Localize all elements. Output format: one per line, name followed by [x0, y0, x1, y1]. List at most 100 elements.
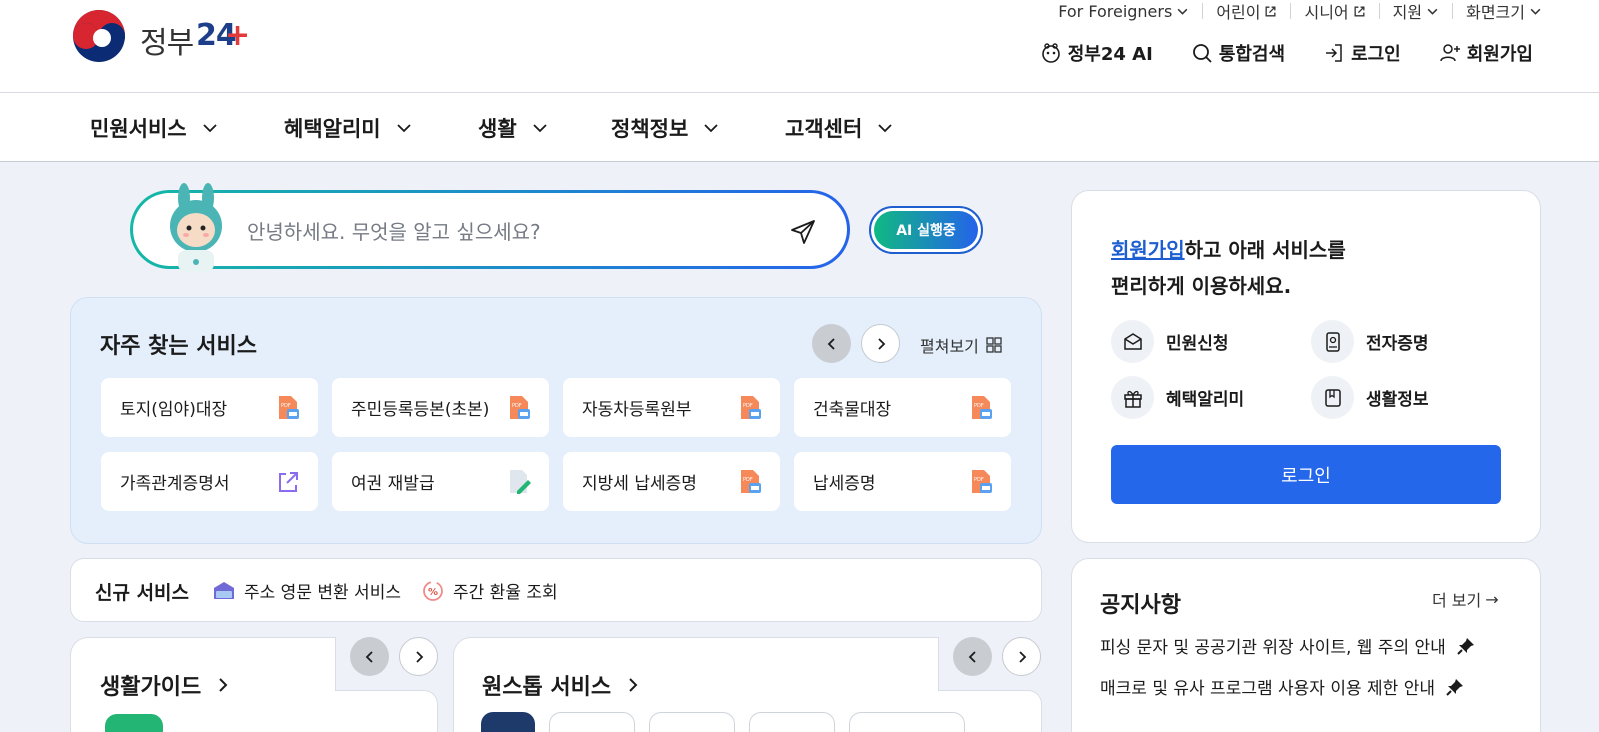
chevron-down-icon — [533, 124, 547, 133]
life-guide-next-button[interactable] — [399, 637, 438, 676]
life-guide-chip[interactable] — [105, 714, 163, 732]
one-stop-chip[interactable] — [849, 712, 965, 732]
service-card-family-relation[interactable]: 가족관계증명서 — [101, 452, 318, 511]
chevron-right-icon — [629, 678, 638, 692]
util-senior[interactable]: 시니어 — [1290, 3, 1378, 22]
notice-item-phishing[interactable]: 피싱 문자 및 공공기관 위장 사이트, 웹 주의 안내 — [1100, 633, 1476, 658]
prev-button[interactable] — [812, 324, 851, 363]
chevron-down-icon — [1177, 8, 1188, 15]
frequent-services-title: 자주 찾는 서비스 — [100, 334, 257, 359]
ai-link[interactable]: 정부24 AI — [1040, 40, 1153, 66]
service-card-local-tax-certificate[interactable]: 지방세 납세증명 PDF — [563, 452, 780, 511]
chevron-right-icon — [415, 650, 423, 663]
svg-text:PDF: PDF — [974, 477, 984, 483]
ai-running-button[interactable]: AI 실행중 — [869, 206, 983, 254]
header-actions: 정부24 AI 통합검색 로그인 회원가입 — [1040, 40, 1533, 66]
svg-text:PDF: PDF — [743, 477, 753, 483]
government-emblem-icon[interactable] — [70, 8, 128, 64]
service-card-passport-reissue[interactable]: 여권 재발급 — [332, 452, 549, 511]
login-icon — [1326, 44, 1342, 62]
nav-customer-center[interactable]: 고객센터 — [785, 113, 894, 143]
chevron-down-icon — [202, 124, 217, 133]
util-font-size[interactable]: 화면크기 — [1452, 3, 1555, 22]
nav-benefit-alert[interactable]: 혜택알리미 — [284, 113, 413, 143]
ai-search-box[interactable]: 안녕하세요. 무엇을 알고 싶으세요? — [130, 190, 850, 269]
member-item-life-info[interactable]: 생활정보 — [1311, 376, 1429, 419]
edit-doc-icon — [510, 470, 531, 494]
expand-view-link[interactable]: 펼쳐보기 — [920, 333, 1003, 357]
new-service-exchange-rate[interactable]: % 주간 환율 조회 — [421, 578, 558, 603]
pin-icon — [1457, 637, 1474, 655]
chevron-down-icon — [878, 124, 892, 133]
pin-icon — [1446, 678, 1463, 696]
util-foreigners[interactable]: For Foreigners — [1045, 2, 1202, 21]
send-icon[interactable] — [788, 217, 818, 247]
chevron-right-icon — [219, 678, 228, 692]
one-stop-link[interactable]: 원스톱 서비스 — [482, 669, 641, 701]
logo-plus: + — [225, 18, 251, 53]
one-stop-prev-button[interactable] — [953, 637, 992, 676]
gift-icon — [1123, 390, 1142, 408]
pdf-doc-icon: PDF — [510, 396, 530, 419]
chevron-down-icon — [1530, 8, 1541, 15]
one-stop-chip-active[interactable] — [481, 712, 535, 732]
util-support[interactable]: 지원 — [1378, 3, 1452, 22]
member-item-e-certificate[interactable]: 전자증명 — [1311, 320, 1429, 363]
one-stop-next-button[interactable] — [1002, 637, 1041, 676]
one-stop-chip[interactable] — [649, 712, 735, 732]
service-card-tax-certificate[interactable]: 납세증명 PDF — [794, 452, 1011, 511]
svg-text:PDF: PDF — [281, 403, 291, 409]
next-button[interactable] — [861, 324, 900, 363]
life-guide-link[interactable]: 생활가이드 — [100, 669, 231, 701]
main-nav: 민원서비스 혜택알리미 생활 정책정보 고객센터 — [0, 93, 1599, 162]
one-stop-chip[interactable] — [749, 712, 835, 732]
ai-robot-icon — [1041, 43, 1060, 63]
grid-icon — [986, 337, 1002, 353]
external-link-icon — [279, 472, 298, 492]
service-card-building-register[interactable]: 건축물대장 PDF — [794, 378, 1011, 437]
signup-link[interactable]: 회원가입 — [1439, 40, 1533, 66]
life-guide-prev-button[interactable] — [350, 637, 389, 676]
new-service-address-translate[interactable]: 주소 영문 변환 서비스 — [212, 578, 401, 603]
search-icon — [1192, 44, 1212, 63]
member-headline: 회원가입하고 아래 서비스를 편리하게 이용하세요. — [1111, 238, 1346, 298]
member-item-civil-apply[interactable]: 민원신청 — [1111, 320, 1229, 363]
one-stop-chip[interactable] — [549, 712, 635, 732]
chevron-right-icon — [877, 337, 885, 350]
integrated-search-link[interactable]: 통합검색 — [1191, 40, 1285, 66]
svg-text:PDF: PDF — [512, 403, 522, 409]
member-item-benefit-alert[interactable]: 혜택알리미 — [1111, 376, 1244, 419]
chevron-right-icon — [1018, 650, 1026, 663]
new-services-title: 신규 서비스 — [95, 582, 190, 604]
service-card-resident-register[interactable]: 주민등록등본(초본) PDF — [332, 378, 549, 437]
login-link[interactable]: 로그인 — [1323, 40, 1401, 66]
chevron-down-icon — [704, 124, 718, 133]
service-card-vehicle-register[interactable]: 자동차등록원부 PDF — [563, 378, 780, 437]
login-button[interactable]: 로그인 — [1111, 445, 1501, 504]
notice-title: 공지사항 — [1100, 593, 1181, 618]
svg-text:%: % — [428, 587, 438, 598]
pdf-doc-icon: PDF — [741, 470, 761, 493]
nav-life[interactable]: 생활 — [478, 113, 549, 143]
notice-more-link[interactable]: 더 보기 → — [1432, 587, 1499, 611]
util-kids[interactable]: 어린이 — [1202, 3, 1290, 22]
nav-civil-service[interactable]: 민원서비스 — [90, 113, 219, 143]
svg-text:PDF: PDF — [743, 403, 753, 409]
notice-item-macro[interactable]: 매크로 및 유사 프로그램 사용자 이용 제한 안내 — [1100, 674, 1465, 699]
pdf-doc-icon: PDF — [972, 470, 992, 493]
chevron-left-icon — [365, 650, 373, 663]
mascot-rabbit-icon — [170, 183, 222, 272]
life-guide-card-tab — [335, 690, 438, 732]
exchange-rate-icon: % — [423, 580, 443, 601]
search-input[interactable]: 안녕하세요. 무엇을 알고 싶으세요? — [247, 216, 541, 245]
chevron-left-icon — [968, 650, 976, 663]
pdf-doc-icon: PDF — [279, 396, 299, 419]
nav-policy-info[interactable]: 정책정보 — [611, 113, 720, 143]
external-link-icon — [1266, 6, 1276, 16]
site-header: 정부 24 + For Foreigners 어린이 시니어 지원 화면크기 정… — [0, 0, 1599, 93]
signup-inline-link[interactable]: 회원가입 — [1111, 238, 1185, 262]
service-card-land-register[interactable]: 토지(임야)대장 PDF — [101, 378, 318, 437]
mailbox-icon — [214, 581, 234, 599]
utility-bar: For Foreigners 어린이 시니어 지원 화면크기 — [1045, 0, 1555, 22]
logo-text[interactable]: 정부 — [140, 18, 194, 62]
